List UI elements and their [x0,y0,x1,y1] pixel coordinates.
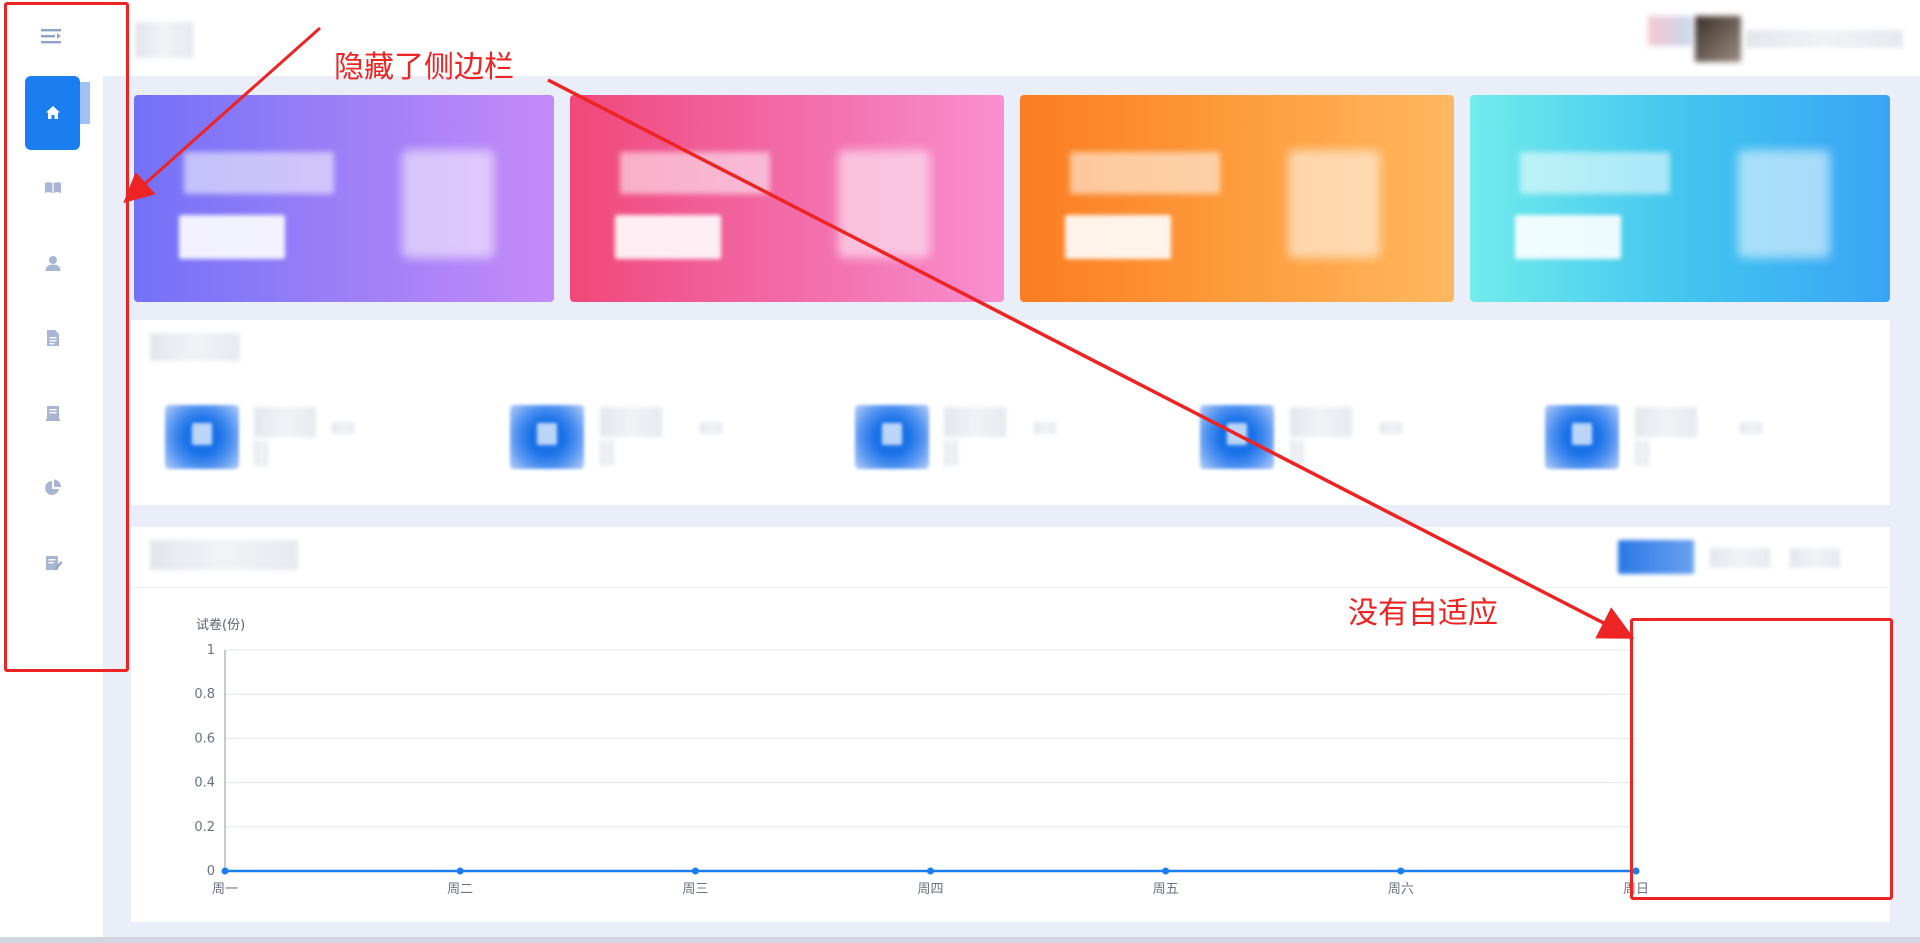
data-point[interactable] [927,867,934,875]
stat-icon [165,405,239,469]
stats-panel-title [150,333,240,361]
card-label [184,152,334,194]
card-value [615,215,721,259]
card-value [1065,215,1171,259]
stat-value [1290,440,1304,466]
stat-icon [510,405,584,469]
line-chart: 试卷(份) 00.20.40.60.81 周一 周二 周三 周四 周五 周六 周日 [194,617,1649,897]
stats-panel [131,320,1890,505]
card-label [1070,152,1220,194]
stat-label [700,422,722,434]
stat-label [332,422,354,434]
card-value [1515,215,1621,259]
notification-icon[interactable] [1648,16,1692,46]
card-icon [1738,150,1830,258]
x-tick-label: 周四 [917,882,943,897]
y-tick-label: 0 [207,864,215,879]
stat-value [1635,440,1649,466]
x-tick-label: 周六 [1388,882,1414,897]
divider [131,587,1890,588]
data-point[interactable] [221,867,229,875]
stat-value [254,440,268,466]
card-icon [838,150,930,258]
stat-value [944,440,958,466]
user-name[interactable] [1745,30,1903,48]
x-tick-label: 周二 [447,882,473,897]
stat-value [600,440,614,466]
annotation-label-sidebar: 隐藏了侧边栏 [334,50,514,85]
x-tick-label: 周一 [212,882,238,897]
y-tick-label: 1 [207,643,215,658]
y-axis-title: 试卷(份) [196,617,245,633]
data-point[interactable] [1397,867,1405,875]
card-value [179,215,285,259]
annotation-box-sidebar [4,2,129,672]
stat-icon [1200,405,1274,469]
stat-label [1034,422,1056,434]
card-icon [402,150,494,258]
data-point[interactable] [456,867,464,875]
page-title [135,22,193,58]
chart-panel-title [150,540,298,570]
range-tab-active[interactable] [1618,540,1694,574]
summary-card[interactable] [1020,95,1454,302]
y-tick-label: 0.6 [194,731,215,746]
y-tick-label: 0.2 [194,820,215,835]
summary-card[interactable] [134,95,554,302]
range-tab[interactable] [1710,548,1770,568]
stat-label [600,407,662,437]
stat-icon [855,405,929,469]
y-tick-label: 0.4 [194,776,215,791]
data-point[interactable] [691,867,699,875]
stat-label [1290,407,1352,437]
annotation-label-chart: 没有自适应 [1348,596,1498,631]
summary-card[interactable] [570,95,1004,302]
x-tick-label: 周五 [1153,882,1179,897]
stat-label [1740,422,1762,434]
stat-label [1380,422,1402,434]
x-tick-label: 周三 [682,882,708,897]
card-label [1520,152,1670,194]
stat-label [1635,407,1697,437]
y-tick-label: 0.8 [194,687,215,702]
card-icon [1288,150,1380,258]
horizontal-scrollbar[interactable] [0,937,1920,943]
summary-card[interactable] [1470,95,1890,302]
annotation-box-chart [1630,618,1893,900]
avatar[interactable] [1695,16,1741,62]
stat-label [254,407,316,437]
card-label [620,152,770,194]
range-tab[interactable] [1790,548,1840,568]
data-point[interactable] [1162,867,1170,875]
stat-label [944,407,1006,437]
stat-icon [1545,405,1619,469]
